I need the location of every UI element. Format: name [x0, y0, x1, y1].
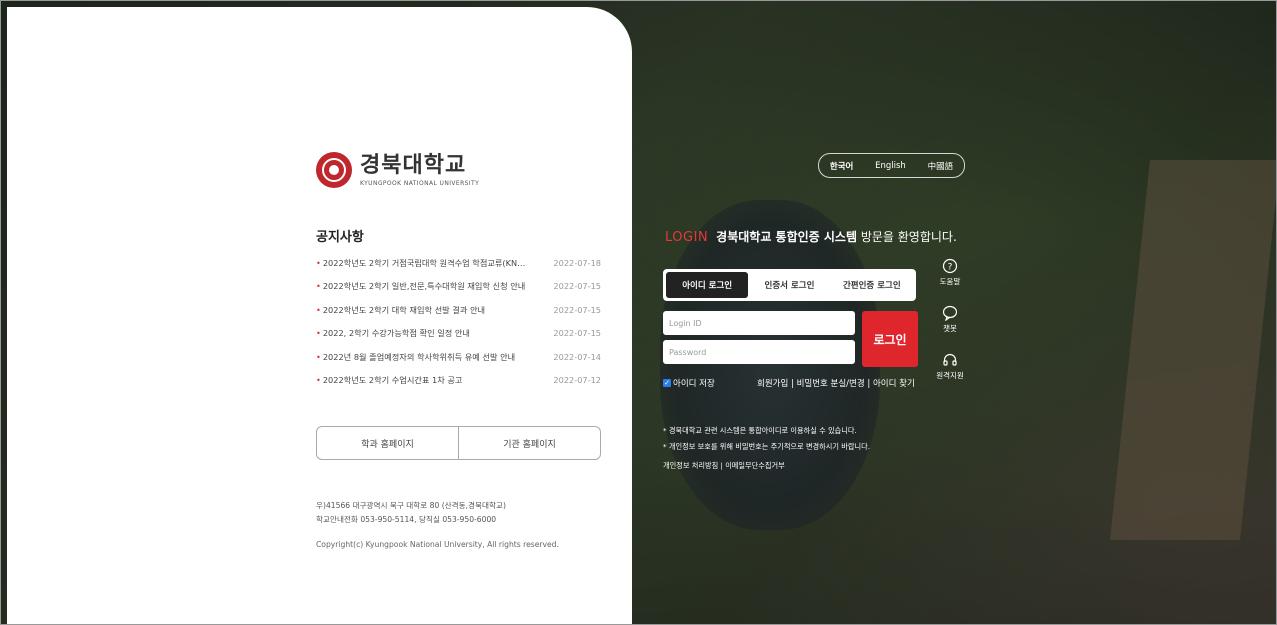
- welcome-system-name: 경북대학교 통합인증 시스템: [716, 230, 857, 244]
- headset-icon: [943, 353, 957, 366]
- notice-item-title: 2022학년도 2학기 일반,전문,특수대학원 재입학 신청 안내: [322, 281, 526, 292]
- chatbot-label: 챗봇: [943, 324, 957, 333]
- chatbot-button[interactable]: 챗봇: [935, 305, 965, 334]
- signup-link[interactable]: 회원가입: [757, 379, 788, 389]
- svg-text:?: ?: [948, 263, 953, 273]
- welcome-message: LOGIN 경북대학교 통합인증 시스템 방문을 환영합니다.: [665, 228, 957, 245]
- note-line-1: * 경북대학교 관련 시스템은 통합아이디로 이용하실 수 있습니다.: [663, 426, 857, 435]
- footer-address: 우)41566 대구광역시 북구 대학로 80 (산격동,경북대학교): [316, 501, 506, 510]
- notice-item-title: 2022학년도 2학기 거점국립대학 원격수업 학점교류(KNU9)...: [322, 257, 531, 268]
- footer-phone: 학교안내전화 053-950-5114, 당직실 053-950-6000: [316, 515, 497, 524]
- login-button[interactable]: 로그인: [862, 311, 918, 367]
- privacy-policy-link[interactable]: 개인정보 처리방침: [663, 461, 718, 470]
- university-emblem-icon: [316, 152, 352, 188]
- notice-item-date: 2022-07-15: [553, 304, 601, 315]
- notice-item-date: 2022-07-14: [553, 351, 601, 362]
- notice-item-date: 2022-07-18: [553, 257, 601, 268]
- save-id-checkbox[interactable]: ✓ 아이디 저장: [663, 377, 715, 389]
- remote-support-label: 원격지원: [936, 371, 964, 380]
- footer-copyright: Copyright(c) Kyungpook National Universi…: [316, 540, 559, 549]
- notice-item-date: 2022-07-15: [553, 281, 601, 292]
- dept-homepage-button[interactable]: 학과 홈페이지: [317, 427, 458, 459]
- notice-item-date: 2022-07-12: [553, 375, 601, 386]
- notice-item-title: 2022학년도 2학기 대학 재입학 선발 결과 안내: [322, 304, 486, 315]
- language-en[interactable]: English: [875, 161, 906, 171]
- account-links: 회원가입 | 비밀번호 분실/변경 | 아이디 찾기: [757, 379, 915, 389]
- tab-id-login[interactable]: 아이디 로그인: [666, 272, 749, 298]
- logo-name-ko: 경북대학교: [360, 152, 467, 178]
- notice-item[interactable]: • 2022학년도 2학기 수업시간표 1차 공고 2022-07-12: [316, 369, 601, 393]
- save-id-label: 아이디 저장: [673, 379, 715, 389]
- help-label: 도움말: [939, 277, 961, 286]
- language-selector: 한국어 English 中國語: [818, 153, 965, 178]
- university-logo[interactable]: 경북대학교 KYUNGPOOK NATIONAL UNIVERSITY: [316, 152, 479, 188]
- help-button[interactable]: ? 도움말: [935, 258, 965, 287]
- notice-item[interactable]: • 2022학년도 2학기 일반,전문,특수대학원 재입학 신청 안내 2022-0…: [316, 275, 601, 299]
- welcome-rest: 방문을 환영합니다.: [857, 230, 957, 244]
- login-word: LOGIN: [665, 230, 709, 245]
- password-find-link[interactable]: 비밀번호 분실/변경: [797, 379, 865, 389]
- remote-support-button[interactable]: 원격지원: [935, 352, 965, 381]
- notice-item-title: 2022년 8월 졸업예정자의 학사학위취득 유예 선발 안내: [322, 351, 516, 362]
- notice-item[interactable]: • 2022학년도 2학기 거점국립대학 원격수업 학점교류(KNU9)... 20…: [316, 251, 601, 275]
- note-line-2: * 개인정보 보호를 위해 비밀번호는 주기적으로 변경하시기 바랍니다.: [663, 442, 871, 451]
- notice-item[interactable]: • 2022, 2학기 수강가능학점 확인 일정 안내 2022-07-15: [316, 322, 601, 346]
- logo-name-en: KYUNGPOOK NATIONAL UNIVERSITY: [360, 179, 480, 187]
- login-notes: * 경북대학교 관련 시스템은 통합아이디로 이용하실 수 있습니다. * 개인…: [663, 423, 870, 455]
- footer-address-block: 우)41566 대구광역시 북구 대학로 80 (산격동,경북대학교) 학교안내…: [316, 499, 506, 527]
- notice-list: • 2022학년도 2학기 거점국립대학 원격수업 학점교류(KNU9)... 20…: [316, 251, 601, 392]
- homepage-button-group: 학과 홈페이지 기관 홈페이지: [316, 426, 601, 460]
- notice-item-title: 2022, 2학기 수강가능학점 확인 일정 안내: [322, 328, 470, 339]
- language-ko[interactable]: 한국어: [830, 160, 853, 172]
- notice-item[interactable]: • 2022학년도 2학기 대학 재입학 선발 결과 안내 2022-07-15: [316, 298, 601, 322]
- login-tabs: 아이디 로그인 인증서 로그인 간편인증 로그인: [663, 269, 916, 301]
- tab-cert-login[interactable]: 인증서 로그인: [748, 272, 830, 298]
- notice-item-title: 2022학년도 2학기 수업시간표 1차 공고: [322, 375, 463, 386]
- notice-item-date: 2022-07-15: [553, 328, 601, 339]
- notice-item[interactable]: • 2022년 8월 졸업예정자의 학사학위취득 유예 선발 안내 2022-07-…: [316, 345, 601, 369]
- id-find-link[interactable]: 아이디 찾기: [873, 379, 915, 389]
- checkbox-checked-icon: ✓: [663, 379, 671, 387]
- policy-links: 개인정보 처리방침 | 이메일무단수집거부: [663, 461, 785, 470]
- notice-title: 공지사항: [316, 230, 364, 245]
- help-icon: ?: [942, 258, 958, 274]
- email-refusal-link[interactable]: 이메일무단수집거부: [725, 461, 785, 470]
- tab-simple-login[interactable]: 간편인증 로그인: [831, 272, 913, 298]
- org-homepage-button[interactable]: 기관 홈페이지: [458, 427, 600, 459]
- login-id-input[interactable]: [663, 311, 855, 335]
- chat-bubble-icon: [942, 305, 958, 321]
- password-input[interactable]: [663, 340, 855, 364]
- page-frame: 경북대학교 KYUNGPOOK NATIONAL UNIVERSITY 공지사항…: [0, 0, 1277, 625]
- language-zh[interactable]: 中國語: [928, 160, 954, 172]
